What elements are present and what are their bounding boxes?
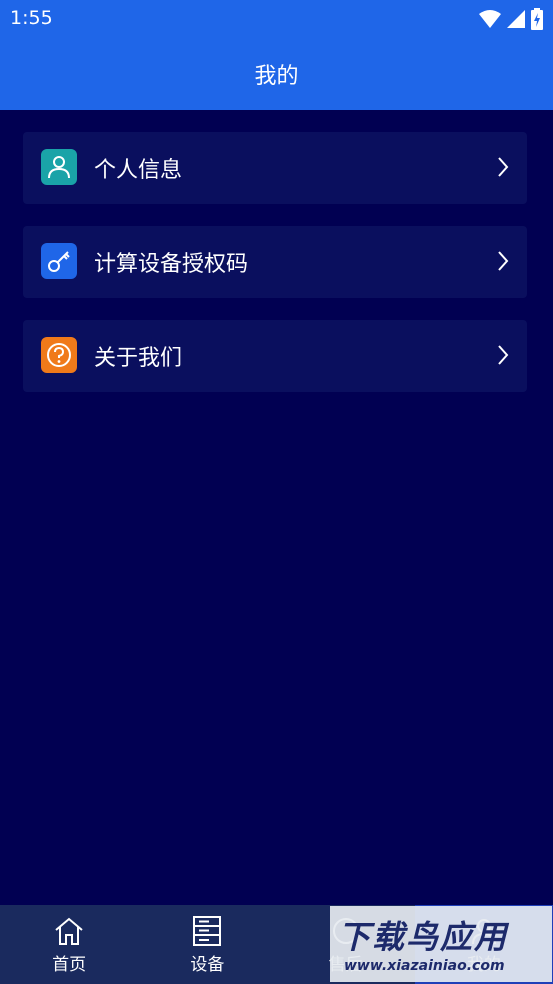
menu-item-about-us[interactable]: 关于我们 xyxy=(23,320,527,392)
nav-label: 我的 xyxy=(466,955,501,975)
app-bar: 我的 xyxy=(0,38,553,110)
nav-item-home[interactable]: 首页 xyxy=(0,905,138,984)
nav-label: 设备 xyxy=(190,955,225,975)
chevron-right-icon xyxy=(498,157,509,177)
signal-icon xyxy=(507,10,525,28)
page-title: 我的 xyxy=(254,64,299,89)
menu-item-auth-code[interactable]: 计算设备授权码 xyxy=(23,226,527,298)
nav-label: 首页 xyxy=(52,955,87,975)
nav-item-mine[interactable]: 我的 xyxy=(414,905,553,984)
battery-icon xyxy=(531,8,543,30)
menu-item-label: 关于我们 xyxy=(94,346,183,371)
question-icon xyxy=(41,337,77,373)
menu-item-label: 个人信息 xyxy=(94,158,183,183)
nav-label: 售后 xyxy=(328,955,363,975)
menu-item-label: 计算设备授权码 xyxy=(94,252,249,277)
nav-item-after-sales[interactable]: 售后 xyxy=(277,905,415,984)
menu-item-personal-info[interactable]: 个人信息 xyxy=(23,132,527,204)
key-icon xyxy=(41,243,77,279)
status-time: 1:55 xyxy=(10,7,53,29)
bottom-nav: 首页 设备 售后 我的 xyxy=(0,905,553,984)
user-icon xyxy=(467,914,501,948)
nav-item-devices[interactable]: 设备 xyxy=(138,905,276,984)
chevron-right-icon xyxy=(498,251,509,271)
person-icon xyxy=(41,149,77,185)
chevron-right-icon xyxy=(498,345,509,365)
service-icon xyxy=(329,914,363,948)
status-bar: 1:55 xyxy=(0,0,553,38)
home-icon xyxy=(52,914,86,948)
menu-list: 个人信息 计算设备授权码 关于我们 xyxy=(23,132,527,414)
status-icons xyxy=(479,8,543,30)
wifi-icon xyxy=(479,10,501,28)
server-icon xyxy=(190,914,224,948)
